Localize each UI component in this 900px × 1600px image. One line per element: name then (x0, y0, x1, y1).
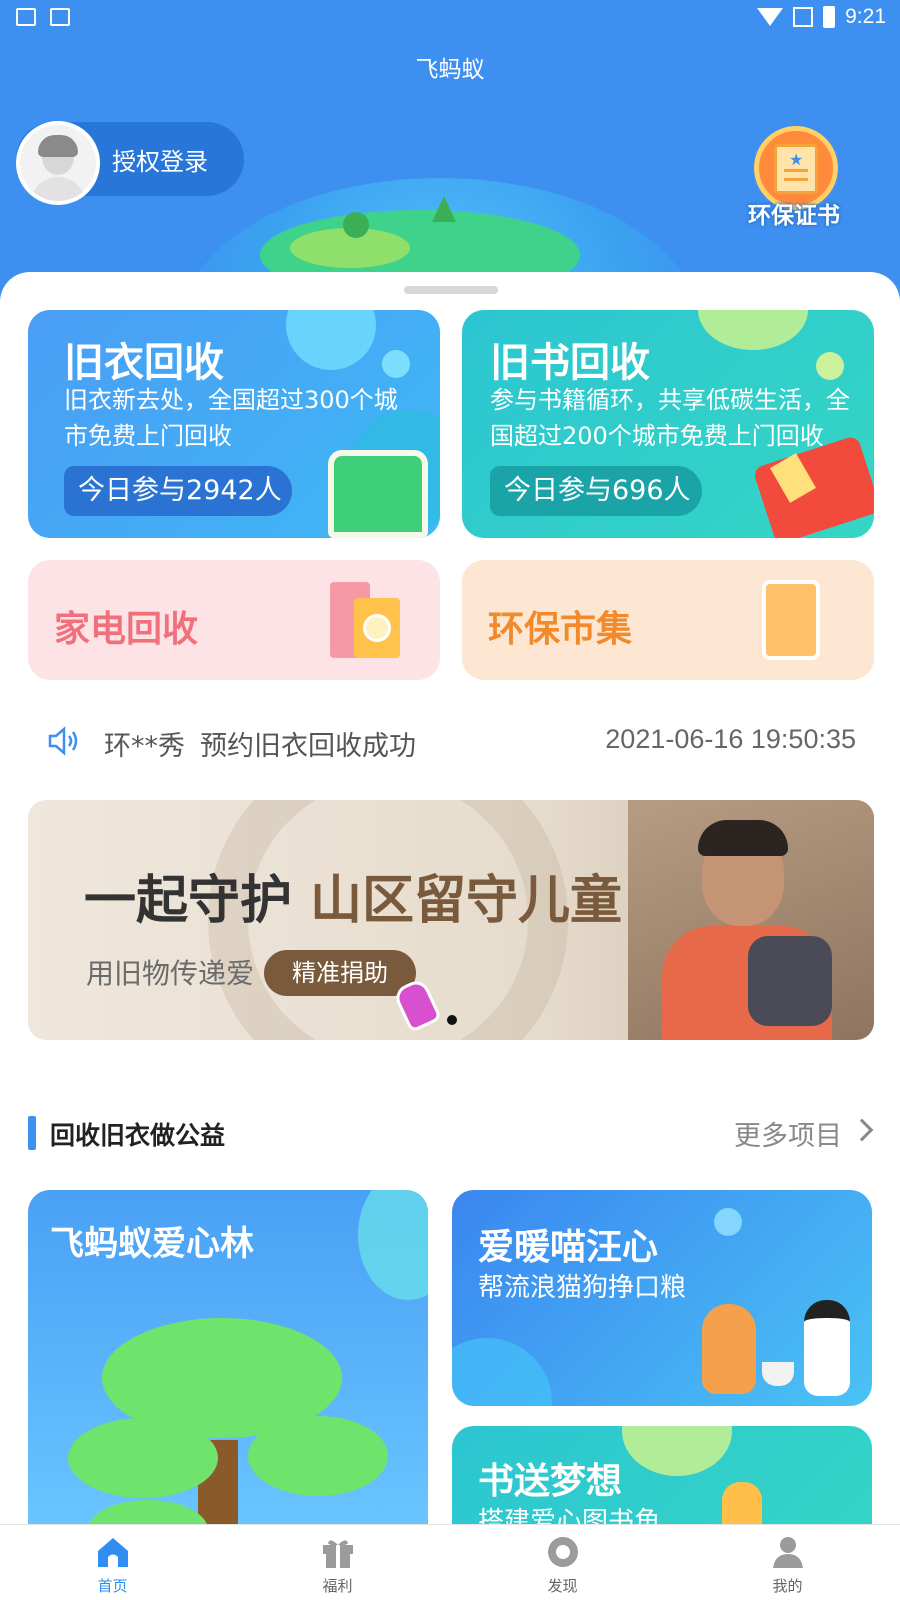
books-recycle-card[interactable]: 旧书回收 参与书籍循环，共享低碳生活，全 国超过200个城市免费上门回收 今日参… (462, 310, 874, 538)
nav-home-label: 首页 (97, 1577, 128, 1595)
clothes-desc-line2: 市免费上门回收 (64, 422, 232, 450)
appliance-recycle-card[interactable]: 家电回收 (28, 560, 440, 680)
washing-machine-icon (354, 598, 400, 658)
dog-icon (702, 1304, 756, 1394)
nav-discover-label: 发现 (547, 1577, 578, 1595)
status-time: 9:21 (845, 5, 886, 28)
status-bar: 9:21 (0, 0, 900, 36)
market-title: 环保市集 (488, 609, 633, 650)
discover-icon (547, 1537, 578, 1567)
notice-user: 环**秀 (104, 731, 185, 762)
avatar (16, 121, 100, 205)
appliance-title: 家电回收 (54, 609, 199, 650)
carousel-indicator (447, 1015, 457, 1025)
books-today-count: 今日参与696人 (490, 466, 702, 516)
nav-home[interactable]: 首页 (0, 1525, 225, 1600)
home-icon (97, 1538, 128, 1567)
shirt-icon (328, 450, 428, 538)
notice-time: 2021-06-16 19:50:35 (605, 724, 856, 754)
certificate-label: 环保证书 (748, 203, 840, 229)
notice-ticker[interactable]: 环**秀 预约旧衣回收成功 2021-06-16 19:50:35 (28, 714, 872, 768)
nav-welfare-label: 福利 (322, 1577, 353, 1595)
more-projects-link[interactable]: 更多项目 (734, 1114, 842, 1153)
battery-icon (823, 6, 836, 28)
clothes-recycle-card[interactable]: 旧衣回收 旧衣新去处，全国超过300个城 市免费上门回收 今日参与2942人 (28, 310, 440, 538)
pets-desc: 帮流浪猫狗挣口粮 (478, 1273, 687, 1303)
section-title: 回收旧衣做公益 (50, 1121, 226, 1150)
bowl-icon (762, 1362, 794, 1386)
banner-title-a: 一起守护 (84, 871, 293, 931)
banner-subtitle: 用旧物传递爱 (86, 957, 255, 990)
clothes-desc-line1: 旧衣新去处，全国超过300个城 (64, 386, 398, 414)
app-title: 飞蚂蚁 (415, 57, 485, 83)
books-title: 旧书回收 (490, 340, 650, 386)
nav-mine-label: 我的 (772, 1577, 803, 1595)
login-button[interactable]: 授权登录 (16, 121, 244, 205)
love-forest-card[interactable]: 飞蚂蚁爱心林 (28, 1190, 428, 1550)
child-photo (628, 800, 874, 1040)
forest-title: 飞蚂蚁爱心林 (50, 1224, 254, 1264)
nav-welfare[interactable]: 福利 (225, 1525, 450, 1600)
pets-card[interactable]: 爱暖喵汪心 帮流浪猫狗挣口粮 (452, 1190, 872, 1406)
login-label: 授权登录 (112, 148, 208, 176)
banner-title-b: 山区留守儿童 (310, 871, 623, 931)
nav-mine[interactable]: 我的 (675, 1525, 900, 1600)
wifi-icon (757, 8, 784, 26)
phone-icon (762, 580, 820, 660)
donate-button[interactable]: 精准捐助 (264, 950, 416, 996)
dream-title: 书送梦想 (478, 1461, 623, 1502)
bottom-nav: 首页 福利 发现 我的 (0, 1524, 900, 1600)
notice-message: 预约旧衣回收成功 (200, 731, 416, 762)
pets-title: 爱暖喵汪心 (478, 1227, 659, 1268)
gallery-icon (16, 8, 36, 26)
gift-icon (322, 1540, 353, 1568)
tree-icon (343, 212, 369, 238)
books-desc-line2: 国超过200个城市免费上门回收 (490, 422, 824, 450)
certificate-doc-icon: ★ (774, 144, 818, 194)
clothes-title: 旧衣回收 (64, 340, 224, 386)
eco-market-card[interactable]: 环保市集 (462, 560, 874, 680)
user-icon (772, 1537, 803, 1568)
certificate-button[interactable]: ★ 环保证书 (736, 126, 852, 230)
drag-handle[interactable] (404, 286, 498, 294)
app-notification-icon (50, 8, 70, 26)
pine-tree-icon (432, 196, 456, 222)
speaker-icon (48, 726, 78, 756)
cat-icon (804, 1300, 850, 1396)
no-signal-icon (793, 7, 814, 27)
section-accent-bar (28, 1116, 36, 1150)
clothes-today-count: 今日参与2942人 (64, 466, 292, 516)
nav-discover[interactable]: 发现 (450, 1525, 675, 1600)
books-desc-line1: 参与书籍循环，共享低碳生活，全 (490, 386, 850, 414)
charity-banner[interactable]: 一起守护 山区留守儿童 用旧物传递爱 精准捐助 (28, 800, 874, 1040)
